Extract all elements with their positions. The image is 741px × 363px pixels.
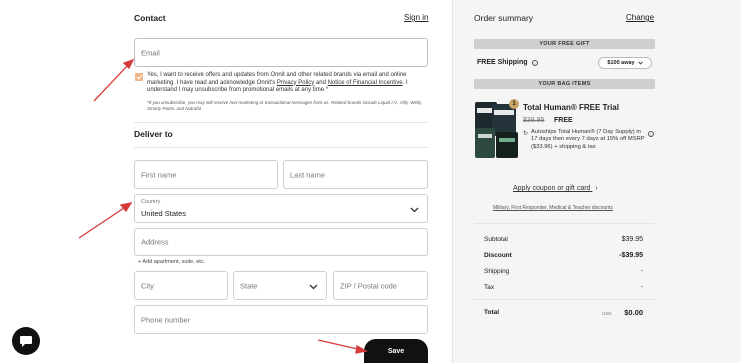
- marketing-consent-checkbox[interactable]: [135, 73, 143, 81]
- order-summary-title: Order summary: [474, 13, 534, 23]
- coupon-label: Apply coupon or gift card: [513, 185, 591, 192]
- product-price: FREE: [554, 117, 573, 124]
- zip-placeholder: ZIP / Postal code: [340, 281, 397, 290]
- free-gift-bar: YOUR FREE GIFT: [474, 39, 655, 49]
- email-placeholder: Email: [141, 48, 160, 57]
- tax-label: Tax: [484, 284, 495, 291]
- chevron-right-icon: ›: [595, 185, 598, 192]
- city-field[interactable]: City: [134, 271, 228, 300]
- contact-divider: [134, 122, 428, 123]
- sign-in-link[interactable]: Sign in: [404, 13, 428, 22]
- bag-items-bar: YOUR BAG ITEMS: [474, 79, 655, 89]
- subtotal-label: Subtotal: [484, 236, 508, 243]
- city-placeholder: City: [141, 281, 154, 290]
- address-placeholder: Address: [141, 237, 169, 247]
- total-currency: USD: [602, 311, 612, 316]
- product-name: Total Human® FREE Trial: [523, 103, 619, 112]
- save-button[interactable]: Save: [364, 339, 428, 363]
- add-apartment-link[interactable]: + Add apartment, suite, etc.: [138, 259, 205, 265]
- tax-value: -: [640, 284, 643, 291]
- country-value: United States: [141, 209, 187, 218]
- quantity-badge: 1: [509, 99, 519, 109]
- last-name-placeholder: Last name: [290, 170, 326, 179]
- total-value: $0.00: [624, 308, 643, 317]
- summary-divider: [474, 223, 655, 224]
- deliver-heading: Deliver to: [134, 129, 173, 139]
- phone-placeholder: Phone number: [141, 315, 191, 324]
- original-price: $39.95: [523, 117, 545, 124]
- chat-button[interactable]: [12, 327, 40, 355]
- total-label: Total: [484, 309, 500, 316]
- discount-value: -$39.95: [619, 252, 643, 259]
- contact-heading: Contact: [134, 13, 166, 23]
- checkout-form-panel: Contact Sign in Email Yes, I want to rec…: [0, 0, 452, 363]
- apply-coupon-link[interactable]: Apply coupon or gift card ›: [513, 185, 598, 192]
- autoship-text: Autoships Total Human® (7 Day Supply) in…: [531, 129, 645, 150]
- first-name-field[interactable]: First name: [134, 160, 278, 189]
- free-shipping-label: FREE Shipping: [477, 59, 528, 66]
- shipping-label: Shipping: [484, 268, 510, 275]
- unsubscribe-fineprint: *If you unsubscribe, you may still recei…: [147, 100, 423, 111]
- refresh-icon: ↻: [523, 131, 529, 137]
- state-placeholder: State: [240, 281, 258, 290]
- total-divider: [474, 299, 655, 300]
- change-link[interactable]: Change: [626, 13, 654, 22]
- discount-label: Discount: [484, 252, 512, 259]
- state-select[interactable]: State: [233, 271, 327, 300]
- chevron-down-icon: [637, 61, 643, 65]
- chat-bubble-icon: [20, 335, 32, 347]
- email-field[interactable]: Email: [134, 38, 428, 67]
- phone-field[interactable]: Phone number: [134, 305, 428, 334]
- military-discount-link[interactable]: Military, First Responder, Medical & Tea…: [493, 205, 613, 211]
- chevron-down-icon: [410, 200, 419, 218]
- last-name-field[interactable]: Last name: [283, 160, 428, 189]
- privacy-policy-link[interactable]: Privacy Policy: [277, 80, 314, 86]
- chevron-down-icon: [309, 277, 318, 295]
- shipping-value: -: [640, 268, 643, 275]
- deliver-divider: [134, 147, 428, 148]
- order-summary-panel: Order summary Change YOUR FREE GIFT FREE…: [452, 0, 741, 363]
- country-label: Country: [141, 199, 161, 205]
- country-select[interactable]: Country United States: [134, 194, 428, 223]
- subtotal-value: $39.95: [621, 236, 643, 243]
- info-icon[interactable]: i: [648, 131, 654, 137]
- first-name-placeholder: First name: [141, 170, 177, 179]
- away-chip-label: $100 away: [607, 60, 635, 66]
- info-icon[interactable]: i: [532, 60, 538, 66]
- address-field[interactable]: Address: [134, 228, 428, 256]
- notice-financial-incentive-link[interactable]: Notice of Financial Incentive: [328, 80, 403, 86]
- shipping-away-chip[interactable]: $100 away: [598, 57, 652, 69]
- product-image: [475, 102, 518, 158]
- zip-field[interactable]: ZIP / Postal code: [333, 271, 428, 300]
- marketing-consent-text: Yes, I want to receive offers and update…: [147, 72, 408, 93]
